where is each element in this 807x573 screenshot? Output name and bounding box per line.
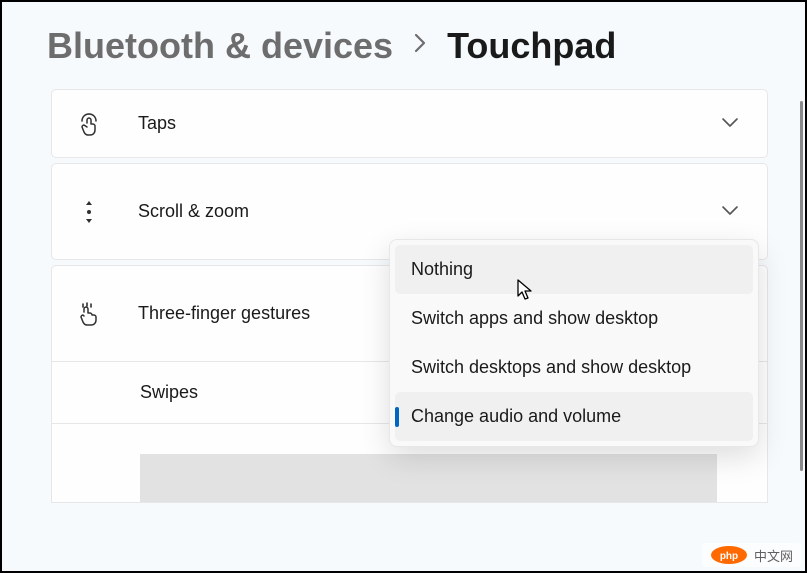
swipes-label: Swipes	[140, 382, 198, 402]
scroll-zoom-icon	[76, 197, 102, 227]
section-label: Scroll & zoom	[138, 201, 721, 222]
svg-text:php: php	[720, 551, 738, 562]
tap-icon	[76, 111, 102, 137]
dropdown-item-switch-apps[interactable]: Switch apps and show desktop	[395, 294, 753, 343]
dropdown-item-switch-desktops[interactable]: Switch desktops and show desktop	[395, 343, 753, 392]
gesture-preview	[140, 454, 717, 502]
breadcrumb-current: Touchpad	[447, 25, 616, 67]
chevron-right-icon	[411, 32, 429, 60]
scrollbar-thumb[interactable]	[800, 101, 803, 471]
breadcrumb: Bluetooth & devices Touchpad	[2, 2, 805, 89]
breadcrumb-parent[interactable]: Bluetooth & devices	[47, 25, 393, 67]
swipes-dropdown: Nothing Switch apps and show desktop Swi…	[389, 239, 759, 447]
dropdown-item-change-audio[interactable]: Change audio and volume	[395, 392, 753, 441]
section-label: Taps	[138, 113, 721, 134]
dropdown-item-nothing[interactable]: Nothing	[395, 245, 753, 294]
three-finger-icon	[76, 301, 102, 327]
watermark-text: 中文网	[754, 546, 793, 565]
section-taps[interactable]: Taps	[51, 89, 768, 158]
chevron-down-icon	[721, 115, 739, 133]
php-logo-icon: php	[710, 545, 748, 565]
chevron-down-icon	[721, 203, 739, 221]
watermark: php 中文网	[702, 543, 801, 567]
